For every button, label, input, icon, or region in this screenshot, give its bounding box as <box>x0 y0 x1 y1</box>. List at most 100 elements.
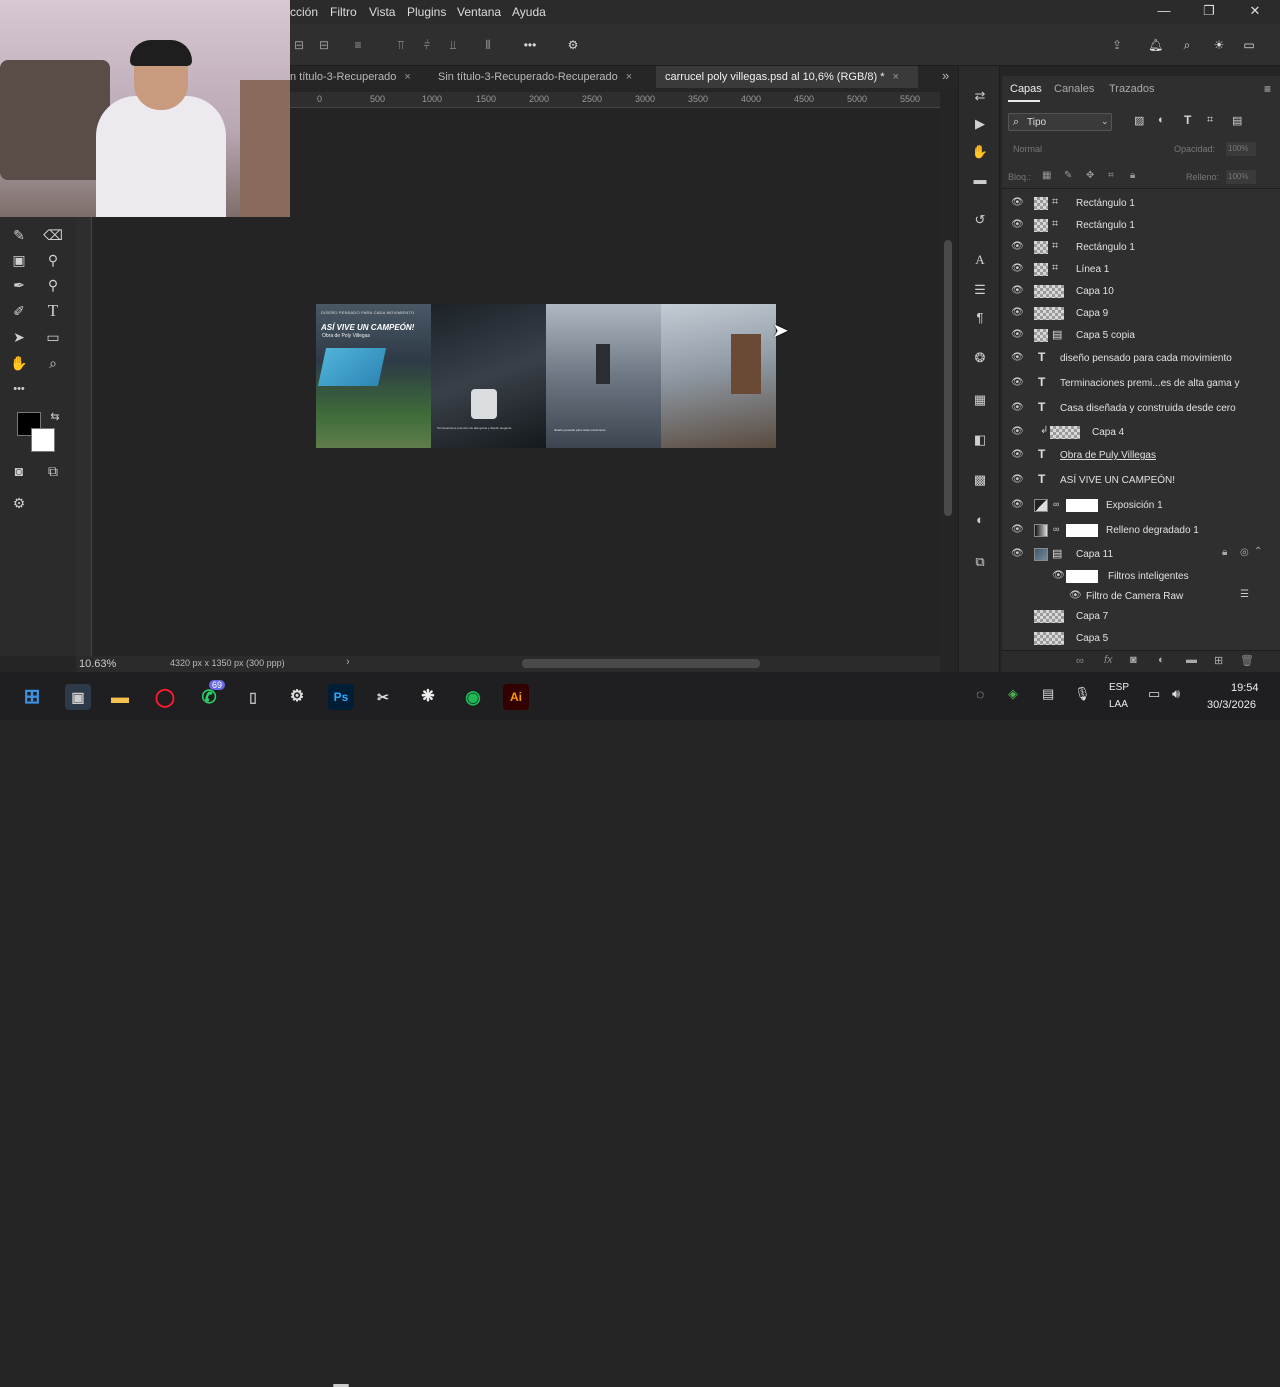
layer-name[interactable]: Capa 5 <box>1076 633 1108 644</box>
layer-row[interactable]: 👁︎ T Terminaciones premi...es de alta ga… <box>1002 373 1264 395</box>
layer-row[interactable]: 👁︎ ▤ Capa 11 🔒︎ ◎ ⌃ <box>1002 544 1264 566</box>
path-select-icon[interactable]: ✐ <box>8 300 30 322</box>
brush-tool-icon[interactable]: ✎ <box>8 224 30 246</box>
menu-filtro[interactable]: Filtro <box>330 5 357 19</box>
gradients-icon[interactable]: ◧ <box>971 432 989 450</box>
lock-all-icon[interactable]: 🔒︎ <box>1130 170 1135 181</box>
status-chevron-icon[interactable]: › <box>346 656 350 668</box>
layer-name[interactable]: Relleno degradado 1 <box>1106 525 1199 536</box>
rectangle-tool-icon[interactable]: ▭ <box>42 326 64 348</box>
new-group-icon[interactable]: ▬ <box>1186 654 1197 666</box>
trash-icon[interactable]: 🗑︎ <box>1240 654 1254 667</box>
layer-name[interactable]: Capa 11 <box>1076 549 1113 560</box>
layer-name[interactable]: Rectángulo 1 <box>1076 220 1135 231</box>
clock-time[interactable]: 19:54 <box>1231 682 1259 694</box>
hand-tool-icon[interactable]: ✋ <box>8 352 30 374</box>
layer-row[interactable]: 👁︎ Filtros inteligentes <box>1002 566 1264 588</box>
filter-options-icon[interactable]: ☰ <box>1240 589 1249 600</box>
menu-plugins[interactable]: Plugins <box>407 5 446 19</box>
opera-icon[interactable]: ◯ <box>152 684 178 710</box>
clock-date[interactable]: 30/3/2026 <box>1207 699 1256 711</box>
filter-smart-icon[interactable]: ▤ <box>1232 114 1242 127</box>
layer-name[interactable]: Línea 1 <box>1076 264 1109 275</box>
paragraph-icon[interactable]: ¶ <box>971 310 989 328</box>
patterns-icon[interactable]: ▩ <box>971 472 989 490</box>
zoom-tool-icon[interactable]: ⌕ <box>42 352 64 374</box>
gear-icon[interactable]: ⚙ <box>566 38 580 52</box>
layer-name[interactable]: Exposición 1 <box>1106 500 1163 511</box>
spotify-icon[interactable]: ◉ <box>460 684 486 710</box>
libraries-icon[interactable]: ⧉ <box>971 554 989 572</box>
layer-name[interactable]: Filtro de Camera Raw <box>1086 591 1183 602</box>
layer-name[interactable]: Capa 5 copia <box>1076 330 1135 341</box>
app-icon[interactable]: ▯ <box>240 684 266 710</box>
layer-row[interactable]: 👁︎ ⌗ Rectángulo 1 <box>1002 193 1264 215</box>
close-icon[interactable]: × <box>892 71 898 83</box>
layer-row[interactable]: 👁︎ T diseño pensado para cada movimiento <box>1002 348 1264 370</box>
layer-row[interactable]: 👁︎ ⌗ Línea 1 <box>1002 259 1264 281</box>
tabs-overflow-icon[interactable]: » <box>942 66 949 88</box>
tab-untitled-3[interactable]: n título-3-Recuperado × <box>290 66 425 88</box>
background-color-swatch[interactable] <box>31 428 55 452</box>
eye-icon[interactable]: 👁︎ <box>1011 329 1024 341</box>
layer-name[interactable]: diseño pensado para cada movimiento <box>1060 353 1232 364</box>
clone-stamp-icon[interactable]: ⚲ <box>42 249 64 271</box>
layer-name[interactable]: Obra de Puly Villegas <box>1060 450 1156 461</box>
restore-button[interactable]: ❐ <box>1199 3 1219 19</box>
sharpen-tool-icon[interactable]: ⚲ <box>42 274 64 296</box>
distribute-icon[interactable]: ⫴ <box>481 38 495 52</box>
color-wheel-icon[interactable]: ❂ <box>971 350 989 368</box>
type-tool-icon[interactable]: T <box>42 300 64 322</box>
swatches-icon[interactable]: ▦ <box>971 392 989 410</box>
eye-icon[interactable]: 👁︎ <box>1011 524 1024 536</box>
share-icon[interactable]: ⇪ <box>1110 38 1124 52</box>
layer-row[interactable]: 👁︎ T Obra de Puly Villegas <box>1002 445 1264 467</box>
layer-name[interactable]: Capa 9 <box>1076 308 1108 319</box>
vertical-scrollbar[interactable] <box>944 240 952 516</box>
edit-toolbar-icon[interactable]: ⚙ <box>8 492 30 514</box>
eye-icon[interactable]: 👁︎ <box>1011 352 1024 364</box>
eye-icon[interactable]: 👁︎ <box>1011 285 1024 297</box>
layer-name[interactable]: Capa 10 <box>1076 286 1114 297</box>
eye-icon[interactable]: 👁︎ <box>1011 449 1024 461</box>
more-options-icon[interactable]: ••• <box>522 38 538 52</box>
document-canvas[interactable]: DISEÑO PENSADO PARA CADA MOVIMIENTO ASÍ … <box>316 304 776 448</box>
layer-name[interactable]: Rectángulo 1 <box>1076 198 1135 209</box>
chatgpt-icon[interactable]: ❋ <box>415 684 441 710</box>
clipboard-icon[interactable]: ▤ <box>1042 686 1054 702</box>
history-icon[interactable]: ↺ <box>971 212 989 230</box>
move-tool-icon[interactable]: ➤ <box>8 326 30 348</box>
layer-name[interactable]: ASÍ VIVE UN CAMPEÓN! <box>1060 475 1175 486</box>
more-tools-icon[interactable]: ••• <box>8 378 30 400</box>
comments-icon[interactable]: ▬ <box>971 172 989 190</box>
eye-icon[interactable]: 👁︎ <box>1011 219 1024 231</box>
eye-icon[interactable]: 👁︎ <box>1011 263 1024 275</box>
workspace-icon[interactable]: ▭ <box>1242 38 1256 52</box>
adjust-sliders-icon[interactable]: ☰ <box>971 282 989 300</box>
layer-row[interactable]: 👁︎ T ASÍ VIVE UN CAMPEÓN! <box>1002 470 1264 492</box>
link-layers-icon[interactable]: ∞ <box>1076 655 1084 667</box>
swap-colors-icon[interactable]: ⇆ <box>44 406 66 428</box>
menu-vista[interactable]: Vista <box>369 5 395 19</box>
eye-icon[interactable]: 👁︎ <box>1011 377 1024 389</box>
character-icon[interactable]: A <box>971 252 989 270</box>
eye-icon[interactable]: 👁︎ <box>1011 307 1024 319</box>
tab-layers[interactable]: Capas <box>1010 83 1042 95</box>
layer-row[interactable]: 👁︎ Capa 10 <box>1002 281 1264 303</box>
tab-channels[interactable]: Canales <box>1054 83 1094 95</box>
pen-tool-icon[interactable]: ✒ <box>8 274 30 296</box>
display-icon[interactable]: ▭ <box>1148 686 1160 702</box>
tab-paths[interactable]: Trazados <box>1109 83 1154 95</box>
eye-icon[interactable]: 👁︎ <box>1011 241 1024 253</box>
layer-row[interactable]: 👁︎ ∞ Exposición 1 <box>1002 495 1264 517</box>
chevron-up-icon[interactable]: ⌃ <box>1254 546 1262 557</box>
actions-play-icon[interactable]: ▶ <box>971 116 989 134</box>
steam-icon[interactable]: ⚙ <box>284 684 310 710</box>
new-layer-icon[interactable]: ⊞ <box>1214 654 1223 667</box>
quick-mask-icon[interactable]: ◙ <box>8 460 30 482</box>
layer-row[interactable]: 👁︎ ∞ Relleno degradado 1 <box>1002 520 1264 542</box>
volume-icon[interactable]: 🔊︎ <box>1172 686 1180 702</box>
eye-icon[interactable]: 👁︎ <box>1011 474 1024 486</box>
filter-shape-icon[interactable]: ⌗ <box>1207 114 1213 127</box>
eraser-tool-icon[interactable]: ⌫ <box>42 224 64 246</box>
